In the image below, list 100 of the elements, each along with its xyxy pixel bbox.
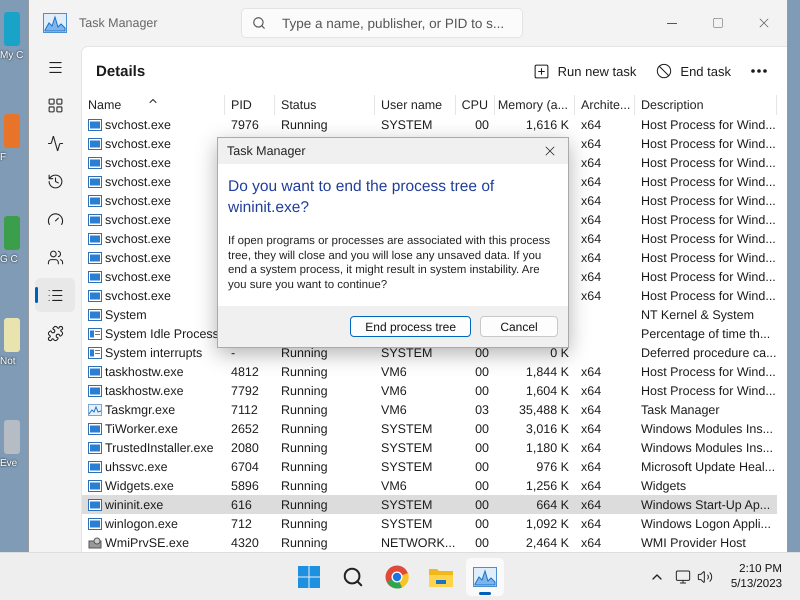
table-cell: x64 (581, 440, 602, 454)
table-cell: Host Process for Wind... (641, 364, 776, 378)
table-cell: svchost.exe (105, 118, 172, 132)
table-cell: x64 (581, 250, 602, 264)
table-cell: uhssvc.exe (105, 460, 168, 474)
table-cell: Windows Start-Up Ap... (641, 498, 770, 512)
table-cell: Windows Modules Ins... (641, 422, 773, 436)
table-cell: Running (281, 422, 328, 436)
table-cell: 4812 (231, 364, 259, 378)
table-cell: WMI Provider Host (641, 536, 746, 550)
table-cell: 00 (475, 346, 489, 360)
desktop-icon-label: Eve (0, 458, 18, 470)
table-cell: Running (281, 478, 328, 492)
table-cell: Running (281, 118, 328, 132)
desktop-icon-label: F (0, 152, 6, 164)
table-cell: 00 (475, 478, 489, 492)
table-cell: wininit.exe (105, 498, 164, 512)
table-cell: Running (281, 536, 328, 550)
table-cell: 2652 (231, 422, 259, 436)
window-title: Task Manager (79, 16, 159, 30)
table-cell: 2080 (231, 440, 259, 454)
table-cell: 7112 (231, 402, 258, 416)
table-cell: x64 (581, 498, 602, 512)
table-cell: 1,616 K (526, 118, 569, 132)
table-cell: SYSTEM (381, 516, 432, 530)
table-cell: Widgets (641, 478, 686, 492)
table-cell: VM6 (381, 402, 407, 416)
table-cell: svchost.exe (105, 194, 172, 208)
table-cell: Windows Logon Appli... (641, 516, 771, 530)
table-cell: SYSTEM (381, 422, 432, 436)
table-cell: svchost.exe (105, 232, 172, 246)
table-cell: SYSTEM (381, 440, 432, 454)
dialog-heading: Do you want to end the process tree of wininit.exe? (228, 177, 496, 218)
table-cell: x64 (581, 270, 602, 284)
table-cell: Host Process for Wind... (641, 288, 776, 302)
table-cell: 1,604 K (526, 384, 569, 398)
table-cell: SYSTEM (381, 498, 432, 512)
table-cell: Host Process for Wind... (641, 136, 776, 150)
table-cell: 00 (475, 498, 489, 512)
table-cell: Percentage of time th... (641, 326, 770, 340)
table-cell: SYSTEM (381, 460, 432, 474)
table-cell: 5896 (231, 478, 259, 492)
table-cell: 3,016 K (526, 422, 569, 436)
table-cell: Running (281, 460, 328, 474)
table-cell: 35,488 K (518, 402, 569, 416)
table-cell: x64 (581, 460, 602, 474)
table-cell: VM6 (381, 478, 407, 492)
table-cell: Host Process for Wind... (641, 212, 776, 226)
table-cell: svchost.exe (105, 288, 172, 302)
table-cell: svchost.exe (105, 250, 172, 264)
table-cell: TiWorker.exe (105, 422, 178, 436)
table-cell: Deferred procedure ca... (641, 346, 776, 360)
table-cell: 00 (475, 516, 489, 530)
table-cell: 664 K (536, 498, 569, 512)
desktop-icon-label: G C (0, 254, 18, 266)
table-cell: VM6 (381, 384, 407, 398)
table-cell: x64 (581, 536, 602, 550)
table-cell: Host Process for Wind... (641, 194, 776, 208)
table-cell: 03 (475, 402, 489, 416)
table-cell: 6704 (231, 460, 259, 474)
dialog-message: If open programs or processes are associated with this process tree, they will close and you will lose any unsaved data. If you end a system process, it might result in system instability. Are you sure you want to continue? (228, 234, 552, 292)
table-cell: svchost.exe (105, 174, 172, 188)
table-cell: 1,092 K (526, 516, 569, 530)
table-cell: x64 (581, 516, 602, 530)
table-cell: x64 (581, 478, 602, 492)
table-cell: System (105, 308, 147, 322)
table-cell: x64 (581, 136, 602, 150)
table-cell: x64 (581, 212, 602, 226)
table-cell: 0 K (550, 346, 569, 360)
table-cell: Host Process for Wind... (641, 156, 776, 170)
table-cell: 712 (231, 516, 252, 530)
table-cell: Host Process for Wind... (641, 174, 776, 188)
table-cell: x64 (581, 422, 602, 436)
table-cell: Running (281, 402, 328, 416)
table-cell: 1,180 K (526, 440, 569, 454)
table-cell: x64 (581, 194, 602, 208)
table-cell: - (231, 346, 236, 360)
table-cell: x64 (581, 156, 602, 170)
table-cell: 00 (475, 536, 489, 550)
table-cell: 7792 (231, 384, 259, 398)
table-cell: NT Kernel & System (641, 308, 754, 322)
table-cell: Taskmgr.exe (105, 402, 176, 416)
table-cell: Running (281, 364, 328, 378)
table-cell: 4320 (231, 536, 259, 550)
table-cell: svchost.exe (105, 212, 172, 226)
table-cell: 00 (475, 422, 489, 436)
table-cell: x64 (581, 288, 602, 302)
table-cell: 00 (475, 364, 489, 378)
table-cell: 7976 (231, 118, 259, 132)
desktop-icon-label: My C (0, 50, 24, 62)
table-cell: VM6 (381, 364, 407, 378)
table-cell: svchost.exe (105, 270, 172, 284)
desktop-icon-label: Not (0, 356, 16, 368)
table-cell: x64 (581, 402, 602, 416)
table-cell: System Idle Process (105, 326, 219, 340)
table-cell: Microsoft Update Heal... (641, 460, 776, 474)
table-cell: x64 (581, 384, 602, 398)
table-cell: Host Process for Wind... (641, 384, 776, 398)
table-cell: Running (281, 346, 328, 360)
table-cell: 00 (475, 440, 489, 454)
